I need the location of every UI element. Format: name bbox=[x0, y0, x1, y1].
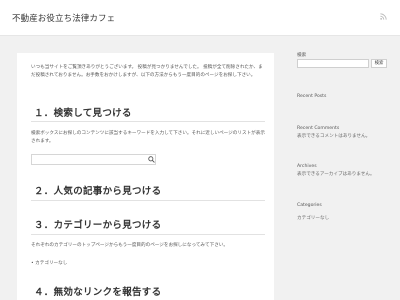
recent-comments-text: 表示できるコメントはありません。 bbox=[297, 134, 371, 139]
archives-title: Archives bbox=[297, 164, 317, 169]
section-heading-popular: ２．人気の記事から見つける bbox=[34, 186, 162, 197]
search-input[interactable] bbox=[31, 154, 156, 165]
recent-posts-title: Recent Posts bbox=[297, 94, 327, 99]
recent-comments-title: Recent Comments bbox=[297, 126, 340, 131]
sidebar-search-input[interactable] bbox=[297, 59, 369, 68]
archives-text: 表示できるアーカイブはありません。 bbox=[297, 172, 375, 177]
category-section-text: それぞれのカテゴリーのトップページからもう一度目的のページをお探しになってみて下… bbox=[31, 243, 228, 248]
categories-item[interactable]: カテゴリーなし bbox=[297, 215, 329, 221]
search-icon[interactable] bbox=[148, 156, 155, 163]
category-link[interactable]: カテゴリーなし bbox=[35, 261, 67, 266]
section-heading-search: １．検索して見つける bbox=[34, 108, 132, 119]
main-content: いつも当サイトをご覧頂きありがとうございます。 投稿が見つかりませんでした。 投… bbox=[17, 53, 274, 300]
sidebar-search-button[interactable]: 検索 bbox=[371, 59, 387, 68]
heading-divider bbox=[31, 234, 265, 235]
search-section-text: 検索ボックスにお探しのコンテンツに該当するキーワードを入力して下さい。それに近し… bbox=[31, 131, 265, 144]
categories-title: Categories bbox=[297, 203, 322, 208]
section-heading-report: ４．無効なリンクを報告する bbox=[34, 287, 162, 298]
site-title[interactable]: 不動産お役立ち法律カフェ bbox=[12, 12, 115, 24]
category-list-item[interactable]: • カテゴリーなし bbox=[31, 260, 67, 266]
heading-divider bbox=[31, 121, 265, 122]
intro-text: いつも当サイトをご覧頂きありがとうございます。 投稿が見つかりませんでした。 投… bbox=[31, 65, 263, 79]
heading-divider bbox=[31, 200, 265, 201]
rss-icon[interactable] bbox=[380, 13, 387, 20]
sidebar: 検索 検索 Recent Posts Recent Comments 表示できる… bbox=[289, 53, 389, 300]
section-heading-category: ３．カテゴリーから見つける bbox=[34, 220, 162, 231]
site-header: 不動産お役立ち法律カフェ bbox=[0, 0, 400, 36]
sidebar-search-label: 検索 bbox=[297, 53, 307, 58]
